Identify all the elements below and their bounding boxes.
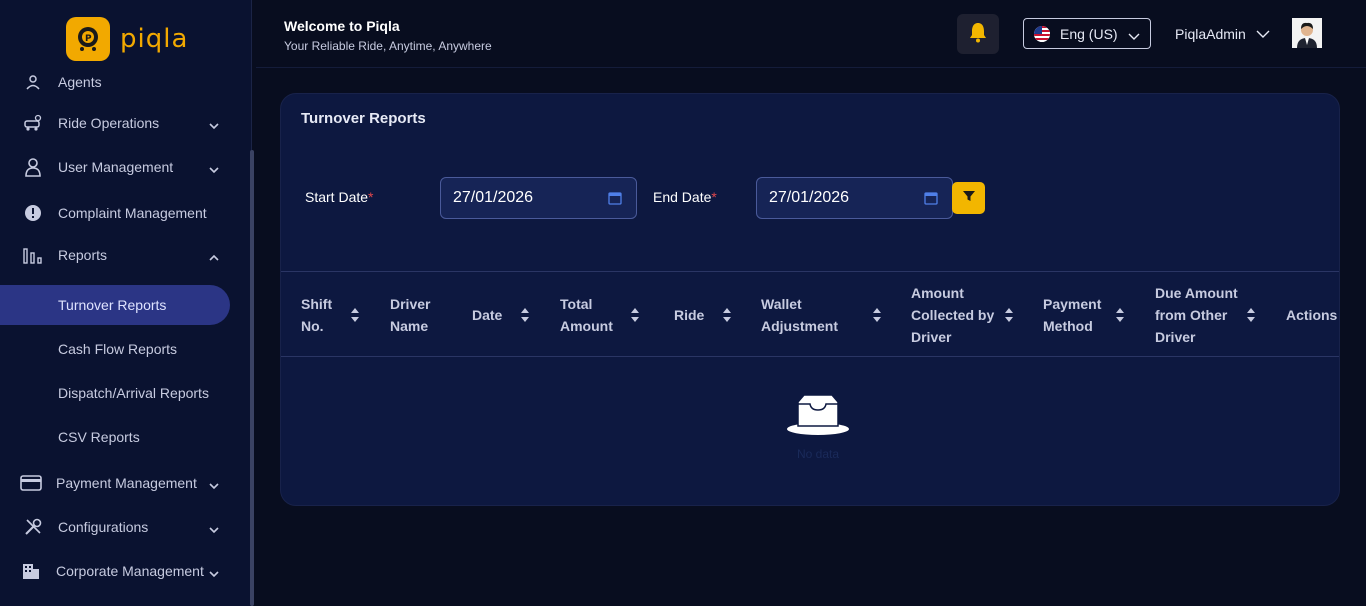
column-header-due-amount-from-other-driver[interactable]: Due Amount from Other Driver <box>1155 272 1241 358</box>
start-date-value: 27/01/2026 <box>453 189 534 206</box>
svg-text:P: P <box>85 34 92 44</box>
sidebar-item-complaint-management[interactable]: Complaint Management <box>0 193 230 233</box>
column-header-wallet-adjustment[interactable]: Wallet Adjustment <box>761 272 851 358</box>
sort-icon[interactable] <box>630 307 640 328</box>
agents-icon <box>22 71 44 93</box>
required-mark: * <box>711 189 717 205</box>
chevron-down-icon <box>208 477 220 493</box>
page-title: Turnover Reports <box>301 110 426 127</box>
column-header-amount-collected-by-driver[interactable]: Amount Collected by Driver <box>911 272 1001 358</box>
car-gear-icon <box>22 112 44 134</box>
bar-chart-icon <box>22 244 44 266</box>
column-header-actions: Actions <box>1286 307 1338 323</box>
alert-circle-icon <box>22 202 44 224</box>
sidebar-item-label: Cash Flow Reports <box>58 341 178 357</box>
user-menu[interactable]: PiqlaAdmin <box>1175 26 1270 42</box>
chevron-down-icon <box>208 565 220 581</box>
table-header: Shift No. Driver Name Date Total Amount … <box>281 271 1339 358</box>
sidebar-item-label: Dispatch/Arrival Reports <box>58 385 209 401</box>
welcome-title: Welcome to Piqla <box>284 18 400 34</box>
sidebar-item-corporate-management[interactable]: Corporate Management <box>0 551 230 591</box>
us-flag-icon <box>1034 25 1050 42</box>
sidebar: P piqla Agents Ride Operations User Mana… <box>0 0 252 606</box>
sidebar-item-user-management[interactable]: User Management <box>0 147 230 187</box>
sort-icon[interactable] <box>520 307 530 328</box>
sort-icon[interactable] <box>872 307 882 328</box>
empty-text: No data <box>796 447 840 461</box>
column-header-date[interactable]: Date <box>472 272 512 358</box>
sidebar-item-csv-reports[interactable]: CSV Reports <box>0 417 230 457</box>
building-icon <box>20 560 42 582</box>
brand-name: piqla <box>120 24 189 54</box>
empty-state: No data <box>783 394 853 461</box>
chevron-down-icon <box>1128 28 1140 44</box>
sidebar-scrollbar[interactable] <box>250 150 254 606</box>
sort-icon[interactable] <box>1246 307 1256 328</box>
welcome-subtitle: Your Reliable Ride, Anytime, Anywhere <box>284 39 492 53</box>
sidebar-item-configurations[interactable]: Configurations <box>0 507 230 547</box>
sidebar-item-label: Reports <box>58 247 108 263</box>
sidebar-item-label: Payment Management <box>56 475 197 491</box>
sort-icon[interactable] <box>350 307 360 328</box>
required-mark: * <box>368 189 374 205</box>
sidebar-item-label: Corporate Management <box>56 563 204 579</box>
language-value: Eng (US) <box>1060 25 1118 42</box>
sidebar-item-label: Ride Operations <box>58 115 160 131</box>
sidebar-item-reports[interactable]: Reports <box>0 235 230 275</box>
sidebar-item-ride-operations[interactable]: Ride Operations <box>0 103 230 143</box>
sidebar-item-label: Complaint Management <box>58 205 207 221</box>
sort-icon[interactable] <box>722 307 732 328</box>
top-header: Welcome to Piqla Your Reliable Ride, Any… <box>256 0 1366 68</box>
logo[interactable]: P piqla <box>66 16 188 62</box>
column-header-shift-no[interactable]: Shift No. <box>301 272 349 358</box>
sidebar-item-payment-management[interactable]: Payment Management <box>0 463 230 503</box>
chevron-down-icon <box>208 117 220 133</box>
column-header-ride[interactable]: Ride <box>674 272 714 358</box>
sort-icon[interactable] <box>1004 307 1014 328</box>
sidebar-item-label: User Management <box>58 159 174 175</box>
column-header-payment-method[interactable]: Payment Method <box>1043 272 1107 358</box>
turnover-reports-card: Turnover Reports Start Date* 27/01/2026 … <box>280 93 1340 506</box>
bell-icon <box>968 21 988 48</box>
end-date-value: 27/01/2026 <box>769 189 850 206</box>
chevron-down-icon <box>208 521 220 537</box>
sidebar-item-dispatch-arrival-reports[interactable]: Dispatch/Arrival Reports <box>0 373 230 413</box>
sidebar-item-label: Turnover Reports <box>58 297 167 313</box>
chevron-up-icon <box>208 249 220 265</box>
end-date-label: End Date* <box>653 189 717 205</box>
avatar[interactable] <box>1292 18 1322 48</box>
sidebar-item-turnover-reports[interactable]: Turnover Reports <box>0 285 230 325</box>
calendar-icon[interactable] <box>608 191 622 210</box>
chevron-down-icon <box>208 161 220 177</box>
filter-button[interactable] <box>952 182 985 214</box>
username: PiqlaAdmin <box>1175 26 1246 42</box>
start-date-label: Start Date* <box>305 189 374 205</box>
calendar-icon[interactable] <box>924 191 938 210</box>
sort-icon[interactable] <box>1115 307 1125 328</box>
notifications-button[interactable] <box>957 14 999 54</box>
chevron-down-icon <box>1256 26 1270 42</box>
column-header-total-amount[interactable]: Total Amount <box>560 272 620 358</box>
start-date-input[interactable]: 27/01/2026 <box>440 177 637 219</box>
sidebar-item-cash-flow-reports[interactable]: Cash Flow Reports <box>0 329 230 369</box>
sidebar-item-label: Configurations <box>58 519 149 535</box>
language-select[interactable]: Eng (US) <box>1023 18 1151 49</box>
credit-card-icon <box>20 472 42 494</box>
empty-inbox-icon <box>786 394 850 440</box>
tools-icon <box>22 516 44 538</box>
sidebar-item-label: Agents <box>58 74 102 90</box>
user-icon <box>22 156 44 178</box>
end-date-input[interactable]: 27/01/2026 <box>756 177 953 219</box>
logo-icon: P <box>66 17 110 61</box>
sidebar-item-agents[interactable]: Agents <box>0 62 230 102</box>
filter-icon <box>962 189 976 208</box>
sidebar-item-label: CSV Reports <box>58 429 140 445</box>
column-header-driver-name[interactable]: Driver Name <box>390 272 440 358</box>
